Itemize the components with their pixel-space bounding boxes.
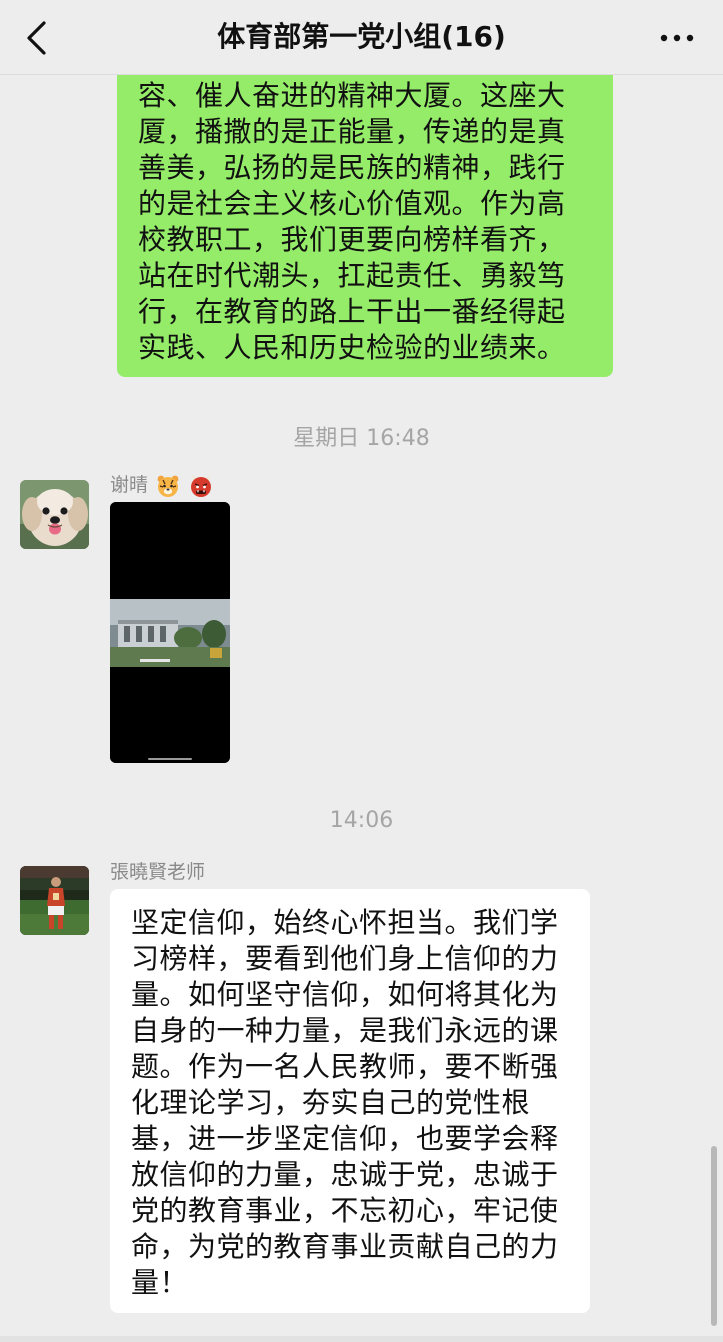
sender-name: 谢晴 (110, 472, 213, 498)
message-line: 化理论学习，夯实自己的党性根 (131, 1086, 531, 1119)
message-line: 基，进一步坚定信仰，也要学会释 (131, 1122, 559, 1155)
tiger-face-emoji (156, 474, 180, 498)
video-thumbnail (110, 502, 230, 763)
message-line: 站在时代潮头，扛起责任、勇毅笃 (138, 259, 566, 292)
message-line: 善美，弘扬的是民族的精神，践行 (138, 151, 566, 184)
message-line: 容、催人奋进的精神大厦。这座大 (138, 79, 566, 112)
message-line: 习榜样，要看到他们身上信仰的力 (131, 942, 559, 975)
avatar-xieqing[interactable] (20, 480, 89, 549)
ogre-mask-emoji (189, 474, 213, 498)
video-message[interactable] (110, 502, 230, 763)
scrollbar[interactable] (711, 1146, 717, 1326)
bottom-edge (0, 1336, 723, 1342)
message-line: 题。作为一名人民教师，要不断强 (131, 1050, 559, 1083)
message-line: 的是社会主义核心价值观。作为高 (138, 187, 566, 220)
message-line: 自身的一种力量，是我们永远的课 (131, 1014, 559, 1047)
message-line: 坚定信仰，始终心怀担当。我们学 (131, 906, 559, 939)
message-line: 命，为党的教育事业贡献自己的力 (131, 1230, 559, 1263)
more-horizontal-icon (660, 34, 694, 42)
message-timestamp: 14:06 (329, 808, 394, 833)
sender-name: 張曉賢老师 (110, 861, 206, 883)
message-line: 厦，播撒的是正能量，传递的是真 (138, 115, 566, 148)
soccer-player-avatar (20, 866, 89, 935)
message-line: 实践、人民和历史检验的业绩来。 (138, 331, 566, 364)
message-line: 量！ (131, 1266, 189, 1299)
sender-name-text: 谢晴 (110, 474, 149, 496)
message-line: 行，在教育的路上干出一番经得起 (138, 295, 566, 328)
message-line: 放信仰的力量，忠诚于党，忠诚于 (131, 1158, 559, 1191)
message-line: 校教职工，我们更要向榜样看齐， (138, 223, 566, 256)
chat-header: 体育部第一党小组(16) (0, 0, 723, 75)
message-timestamp: 星期日 16:48 (293, 426, 430, 451)
message-bubble-outgoing[interactable]: 容、催人奋进的精神大厦。这座大 厦，播撒的是正能量，传递的是真 善美，弘扬的是民… (117, 74, 613, 377)
avatar-zhangxiaoxian[interactable] (20, 866, 89, 935)
message-line: 量。如何坚守信仰，如何将其化为 (131, 978, 559, 1011)
message-bubble-incoming[interactable]: 坚定信仰，始终心怀担当。我们学 习榜样，要看到他们身上信仰的力 量。如何坚守信仰… (110, 889, 590, 1313)
chat-title: 体育部第一党小组(16) (217, 20, 506, 53)
more-button[interactable] (649, 16, 705, 60)
dog-avatar (20, 480, 89, 549)
message-line: 党的教育事业，不忘初心，牢记使 (131, 1194, 559, 1227)
